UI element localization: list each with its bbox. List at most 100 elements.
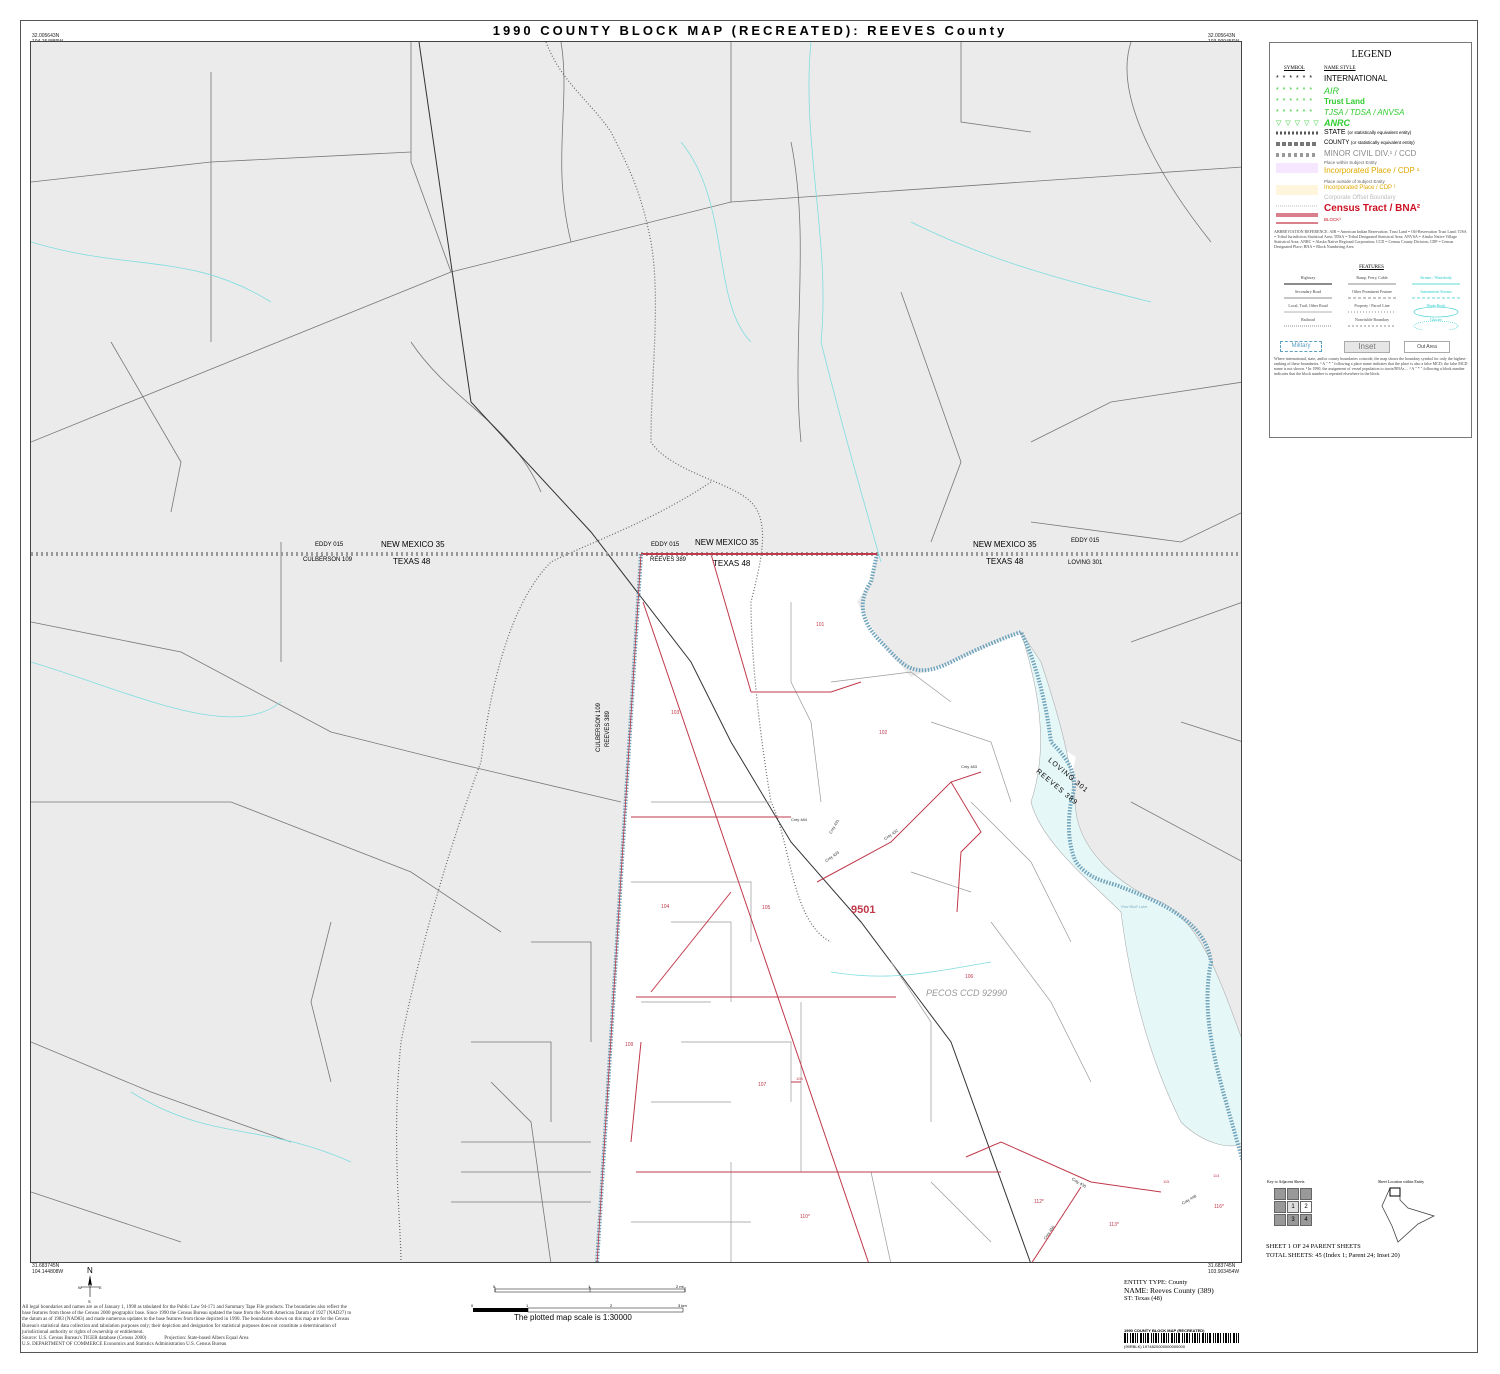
block-label: 102 <box>879 730 888 736</box>
scale-text: The plotted map scale is 1:30000 <box>514 1313 632 1322</box>
legend-box-inset: Inset <box>1344 341 1390 353</box>
block-label: 110* <box>800 1214 810 1220</box>
barcode-stripe <box>1153 1333 1154 1343</box>
key-cell-4: 4 <box>1300 1214 1312 1226</box>
label-eddy-left: EDDY 015 <box>315 542 344 548</box>
block-label: 115 <box>1163 1179 1170 1184</box>
label-eddy-right: EDDY 015 <box>1071 538 1100 544</box>
legend-heading: LEGEND <box>1351 49 1392 60</box>
road-label: Cnty 484 <box>791 817 808 822</box>
barcode-stripe <box>1132 1333 1134 1343</box>
barcode-stripe <box>1127 1333 1128 1343</box>
legend-item-place-outside: Place outside of Subject Entity <box>1324 179 1385 184</box>
legend-item-incorporated-2: Incorporated Place / CDP ¹ <box>1324 185 1396 191</box>
sheet-info-line1: SHEET 1 OF 24 PARENT SHEETS <box>1266 1243 1361 1250</box>
legend-item-anrc: ANRC <box>1324 118 1350 128</box>
barcode-stripe <box>1220 1333 1221 1343</box>
barcode-stripe <box>1140 1333 1142 1343</box>
block-label: 104 <box>661 904 670 910</box>
barcode <box>1124 1333 1242 1343</box>
barcode-stripe <box>1238 1333 1239 1343</box>
barcode-stripe <box>1217 1333 1219 1343</box>
barcode-stripe <box>1230 1333 1231 1343</box>
barcode-stripe <box>1161 1333 1162 1343</box>
legend-item-county: COUNTY (or statistically equivalent enti… <box>1324 140 1415 146</box>
legend-item-air: AIR <box>1324 86 1340 96</box>
label-tx-right: TEXAS 48 <box>986 557 1024 566</box>
key-cell-3: 3 <box>1287 1214 1299 1226</box>
barcode-stripe <box>1236 1333 1237 1343</box>
barcode-stripe <box>1233 1333 1235 1343</box>
block-label: 113* <box>1109 1222 1119 1228</box>
coord-bottom-right: 31.683745N 103.903454W <box>1208 1263 1240 1275</box>
svg-text:* * * * * *: * * * * * * <box>1276 98 1313 105</box>
entity-name: NAME: Reeves County (389) <box>1124 1286 1214 1295</box>
legend-item-state: STATE (or statistically equivalent entit… <box>1324 129 1412 136</box>
barcode-id: (99RBLK) 1974820000000000000 <box>1124 1344 1185 1349</box>
barcode-stripe <box>1202 1333 1204 1343</box>
barcode-stripe <box>1151 1333 1152 1343</box>
barcode-stripe <box>1189 1333 1190 1343</box>
svg-text:* * * * * *: * * * * * * <box>1276 109 1313 116</box>
svg-text:N: N <box>87 1266 93 1275</box>
barcode-stripe <box>1158 1333 1159 1343</box>
barcode-stripe <box>1124 1333 1126 1343</box>
map-area[interactable]: NEW MEXICO 35 TEXAS 48 EDDY 015 CULBERSO… <box>30 41 1242 1263</box>
barcode-stripe <box>1174 1333 1175 1343</box>
svg-text:S: S <box>88 1299 91 1304</box>
label-tx-mid: TEXAS 48 <box>713 559 751 568</box>
sheet-location-label: Sheet Location within Entity <box>1378 1179 1425 1184</box>
barcode-stripe <box>1199 1333 1200 1343</box>
legend-panel: LEGEND SYMBOL NAME STYLE * * * * * * * *… <box>1269 42 1472 438</box>
legend-item-mcd: MINOR CIVIL DIV.¹ / CCD <box>1324 149 1417 158</box>
coord-bottom-left: 31.683745N 104.144808W <box>32 1263 64 1275</box>
label-reeves-vertical: REEVES 389 <box>605 710 611 747</box>
svg-text:* * * * * *: * * * * * * <box>1276 87 1313 94</box>
label-loving: LOVING 301 <box>1068 560 1103 566</box>
legend-item-corporate-offset: Corporate Offset Boundary <box>1324 195 1396 201</box>
barcode-stripe <box>1215 1333 1216 1343</box>
svg-text:E: E <box>99 1285 102 1290</box>
scale-bar: 0 1 2 mi 0 1 2 3 km <box>470 1284 700 1314</box>
sheet-info: SHEET 1 OF 24 PARENT SHEETS TOTAL SHEETS… <box>1266 1242 1400 1260</box>
label-nm-right: NEW MEXICO 35 <box>973 540 1037 549</box>
barcode-stripe <box>1137 1333 1138 1343</box>
barcode-stripe <box>1176 1333 1177 1343</box>
block-label: 106 <box>965 974 974 980</box>
barcode-stripe <box>1147 1333 1149 1343</box>
legend-box-outarea: Out Area <box>1404 341 1450 353</box>
legend-features-heading: FEATURES <box>1359 265 1384 270</box>
barcode-stripe <box>1197 1333 1198 1343</box>
block-label: 103 <box>671 710 680 716</box>
barcode-stripe <box>1155 1333 1157 1343</box>
block-label: 108 <box>796 1076 803 1081</box>
barcode-stripe <box>1184 1333 1185 1343</box>
block-label: 114 <box>1213 1173 1220 1178</box>
block-label: 101 <box>816 622 825 628</box>
barcode-stripe <box>1166 1333 1167 1343</box>
barcode-stripe <box>1205 1333 1206 1343</box>
entity-state: ST: Texas (48) <box>1124 1295 1163 1302</box>
map-svg <box>31 42 1241 1262</box>
barcode-stripe <box>1223 1333 1224 1343</box>
barcode-stripe <box>1178 1333 1180 1343</box>
block-label: 112* <box>1034 1199 1044 1205</box>
barcode-stripe <box>1171 1333 1173 1343</box>
svg-text:W: W <box>78 1285 82 1290</box>
block-label: 107 <box>758 1082 767 1088</box>
ccd-label: PECOS CCD 92990 <box>926 988 1008 998</box>
block-label: 116* <box>1214 1204 1224 1210</box>
legend-item-tjsa: TJSA / TDSA / ANVSA <box>1324 108 1405 117</box>
label-reeves-mid: REEVES 389 <box>650 557 687 563</box>
sheet-info-line2: TOTAL SHEETS: 45 (Index 1; Parent 24; In… <box>1266 1252 1400 1259</box>
barcode-stripe <box>1225 1333 1227 1343</box>
block-label: 105 <box>762 905 771 911</box>
label-culberson-vertical: CULBERSON 109 <box>596 702 602 752</box>
block-label: 109 <box>625 1042 634 1048</box>
legend-box-military: Military <box>1280 341 1322 352</box>
legend-col-name: NAME STYLE <box>1324 66 1356 71</box>
barcode-stripe <box>1209 1333 1211 1343</box>
barcode-stripe <box>1143 1333 1144 1343</box>
legend-item-block: BLOCK³ <box>1324 217 1341 222</box>
barcode-stripe <box>1186 1333 1188 1343</box>
